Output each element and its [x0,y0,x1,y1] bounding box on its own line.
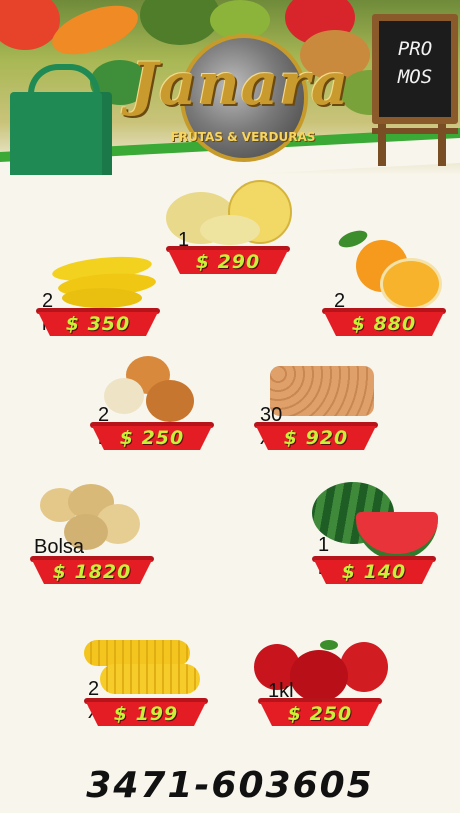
brand-subtitle: FRUTAS & VERDURAS [170,130,316,144]
egg-carton-image [270,366,374,416]
melon-piece-image [200,215,260,245]
banana-price: $ 350 [65,313,131,335]
promo-chalkboard: PRO MOS [372,14,458,124]
phone-number: 3471-603605 [86,765,374,806]
orange-half-image [380,258,442,310]
watermelon-slice-image [356,512,438,560]
corn-image [84,640,190,666]
apple-leaf-image [320,640,338,650]
corn-image-2 [100,664,200,694]
greens-decor [140,0,220,45]
apple-image-3 [290,650,348,702]
bag-handle [28,64,100,120]
board-crossbar [372,128,458,134]
header-banner: Janara FRUTAS & VERDURAS PRO MOS [0,0,460,175]
melon-price: $ 290 [195,251,261,273]
onion-price: $ 250 [119,427,185,449]
watermelon-price: $ 140 [341,561,407,583]
onion-image-2 [146,380,194,422]
corn-price: $ 199 [113,703,179,725]
shopping-bag-image [10,64,112,175]
brand-title: Janara [130,50,350,118]
eggs-price: $ 920 [283,427,349,449]
potato-price: $ 1820 [52,561,132,583]
apple-image-2 [340,642,388,692]
banana-image-3 [62,288,142,308]
orange-price: $ 880 [351,313,417,335]
apple-price: $ 250 [287,703,353,725]
promo-board-text: PRO MOS [397,38,433,88]
